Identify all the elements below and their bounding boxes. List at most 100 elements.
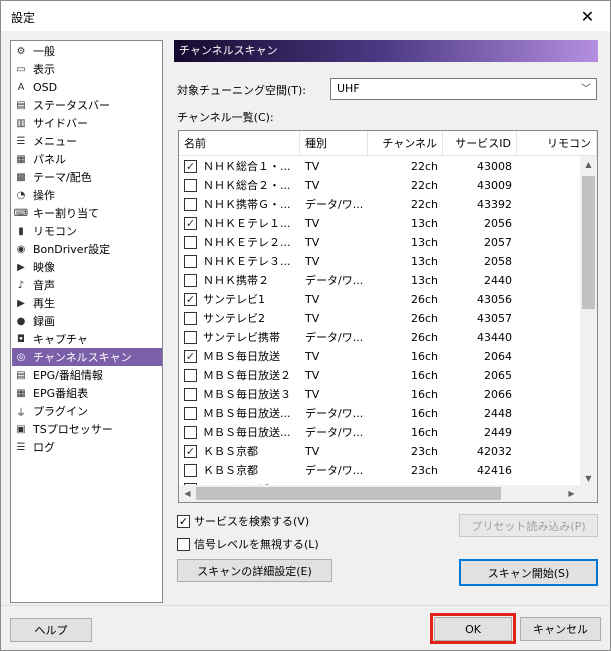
- row-checkbox[interactable]: [184, 426, 197, 439]
- column-header-type[interactable]: 種別: [300, 131, 368, 156]
- table-row[interactable]: ＭＢＳ毎日放送... データ/ワ... 16ch 2448: [179, 404, 579, 423]
- cell-sid: 2448: [484, 407, 512, 420]
- row-checkbox[interactable]: ✓: [184, 160, 197, 173]
- category-item[interactable]: ▶ 再生: [12, 294, 162, 312]
- table-row[interactable]: ✓ ＫＢＳ京都 TV 23ch 42032: [179, 442, 579, 461]
- cell-name: ＮＨＫ携帯２: [203, 274, 269, 287]
- gear-icon: ⚙: [16, 45, 26, 57]
- footer-separator: [1, 605, 610, 606]
- category-item[interactable]: ☰ メニュー: [12, 132, 162, 150]
- category-item[interactable]: A OSD: [12, 78, 162, 96]
- row-checkbox[interactable]: ✓: [184, 350, 197, 363]
- scroll-corner: [580, 485, 597, 502]
- category-item[interactable]: ▩ テーマ/配色: [12, 168, 162, 186]
- checkbox-search-services[interactable]: ✓: [177, 514, 190, 528]
- search-services-checkbox[interactable]: ✓ サービスを検索する(V): [177, 513, 309, 529]
- category-item[interactable]: ◉ BonDriver設定: [12, 240, 162, 258]
- row-checkbox[interactable]: [184, 312, 197, 325]
- table-row[interactable]: ＮＨＫ携帯Ｇ・... データ/ワ... 22ch 43392: [179, 195, 579, 214]
- category-item[interactable]: ▦ パネル: [12, 150, 162, 168]
- cell-name: ＭＢＳ毎日放送...: [203, 407, 291, 420]
- category-item[interactable]: ☰ ログ: [12, 438, 162, 456]
- row-checkbox[interactable]: [184, 179, 197, 192]
- row-checkbox[interactable]: [184, 464, 197, 477]
- table-row[interactable]: ＭＢＳ毎日放送... データ/ワ... 16ch 2449: [179, 423, 579, 442]
- category-item[interactable]: ⌨ キー割り当て: [12, 204, 162, 222]
- row-checkbox[interactable]: [184, 407, 197, 420]
- cell-sid: 2057: [484, 236, 512, 249]
- category-item[interactable]: ◘ キャプチャ: [12, 330, 162, 348]
- cell-channel: 16ch: [410, 369, 438, 382]
- category-item[interactable]: ⏚ プラグイン: [12, 402, 162, 420]
- row-checkbox[interactable]: [184, 369, 197, 382]
- category-item[interactable]: ▶ 映像: [12, 258, 162, 276]
- category-item[interactable]: ▥ サイドバー: [12, 114, 162, 132]
- cell-name: ＫＢＳ京都: [203, 445, 258, 458]
- category-item[interactable]: ▣ TSプロセッサー: [12, 420, 162, 438]
- ignore-signal-checkbox[interactable]: 信号レベルを無視する(L): [177, 536, 319, 552]
- category-item[interactable]: ▤ EPG/番組情報: [12, 366, 162, 384]
- close-icon[interactable]: ✕: [565, 1, 610, 31]
- scroll-up-icon[interactable]: ▲: [580, 156, 597, 173]
- cancel-button[interactable]: キャンセル: [520, 617, 601, 641]
- row-checkbox[interactable]: [184, 236, 197, 249]
- cell-type: データ/ワ...: [305, 274, 364, 287]
- table-row[interactable]: サンテレビ2 TV 26ch 43057: [179, 309, 579, 328]
- category-list[interactable]: ⚙ 一般 ▭ 表示 A OSD ▤ ステータスバー ▥ サイドバー ☰ メニュー ▦ パネル ▩ テーマ/配色…: [10, 40, 163, 603]
- column-header-channel[interactable]: チャンネル: [368, 131, 443, 156]
- scan-settings-button[interactable]: スキャンの詳細設定(E): [177, 559, 332, 582]
- category-item[interactable]: ⚙ 一般: [12, 42, 162, 60]
- cell-type: TV: [305, 179, 320, 192]
- scroll-left-icon[interactable]: ◀: [179, 485, 196, 502]
- horizontal-scroll-thumb[interactable]: [196, 487, 501, 500]
- table-row[interactable]: ✓ サンテレビ1 TV 26ch 43056: [179, 290, 579, 309]
- vertical-scrollbar[interactable]: ▲ ▼: [580, 156, 597, 487]
- statusbar-icon: ▤: [16, 99, 26, 111]
- row-checkbox[interactable]: [184, 255, 197, 268]
- row-checkbox[interactable]: [184, 331, 197, 344]
- table-row[interactable]: ＮＨＫＥテレ２... TV 13ch 2057: [179, 233, 579, 252]
- table-row[interactable]: ＭＢＳ毎日放送２ TV 16ch 2065: [179, 366, 579, 385]
- category-item[interactable]: ♪ 音声: [12, 276, 162, 294]
- column-header-service-id[interactable]: サービスID: [443, 131, 517, 156]
- search-services-label: サービスを検索する(V): [194, 515, 310, 528]
- table-row[interactable]: ✓ ＮＨＫＥテレ１... TV 13ch 2056: [179, 214, 579, 233]
- category-label: 操作: [33, 189, 55, 202]
- tuning-space-select[interactable]: UHF ﹀: [330, 78, 597, 100]
- checkbox-ignore-signal[interactable]: [177, 537, 190, 551]
- table-row[interactable]: ＮＨＫＥテレ３... TV 13ch 2058: [179, 252, 579, 271]
- category-label: EPG/番組情報: [33, 369, 103, 382]
- cell-channel: 22ch: [410, 198, 438, 211]
- horizontal-scrollbar[interactable]: ◀ ▶: [179, 485, 580, 502]
- channel-list[interactable]: 名前 種別 チャンネル サービスID リモコン ✓ ＮＨＫ総合１・... TV 22c…: [178, 130, 598, 503]
- row-checkbox[interactable]: [184, 388, 197, 401]
- scroll-right-icon[interactable]: ▶: [563, 485, 580, 502]
- category-item[interactable]: ▤ ステータスバー: [12, 96, 162, 114]
- column-header-remote[interactable]: リモコン: [517, 131, 597, 156]
- preset-load-button[interactable]: プリセット読み込み(P): [459, 514, 598, 537]
- table-row[interactable]: ✓ ＮＨＫ総合１・... TV 22ch 43008: [179, 157, 579, 176]
- table-row[interactable]: ✓ ＭＢＳ毎日放送 TV 16ch 2064: [179, 347, 579, 366]
- category-item[interactable]: ▦ EPG番組表: [12, 384, 162, 402]
- row-checkbox[interactable]: ✓: [184, 293, 197, 306]
- start-scan-button[interactable]: スキャン開始(S): [459, 559, 598, 586]
- row-checkbox[interactable]: ✓: [184, 445, 197, 458]
- table-row[interactable]: ＮＨＫ総合２・... TV 22ch 43009: [179, 176, 579, 195]
- table-row[interactable]: ＮＨＫ携帯２ データ/ワ... 13ch 2440: [179, 271, 579, 290]
- monitor-icon: ▭: [16, 63, 26, 75]
- table-row[interactable]: ＫＢＳ京都 データ/ワ... 23ch 42416: [179, 461, 579, 480]
- help-button[interactable]: ヘルプ: [10, 618, 92, 642]
- table-row[interactable]: サンテレビ携帯 データ/ワ... 26ch 43440: [179, 328, 579, 347]
- category-item[interactable]: ▮ リモコン: [12, 222, 162, 240]
- row-checkbox[interactable]: [184, 274, 197, 287]
- table-row[interactable]: ＭＢＳ毎日放送３ TV 16ch 2066: [179, 385, 579, 404]
- category-item[interactable]: ◔ 操作: [12, 186, 162, 204]
- vertical-scroll-thumb[interactable]: [582, 176, 595, 309]
- row-checkbox[interactable]: [184, 198, 197, 211]
- row-checkbox[interactable]: ✓: [184, 217, 197, 230]
- category-item[interactable]: ● 録画: [12, 312, 162, 330]
- column-header-name[interactable]: 名前: [179, 131, 300, 156]
- category-item[interactable]: ▭ 表示: [12, 60, 162, 78]
- cell-name: サンテレビ1: [203, 293, 265, 306]
- category-item[interactable]: ◎ チャンネルスキャン: [12, 348, 162, 366]
